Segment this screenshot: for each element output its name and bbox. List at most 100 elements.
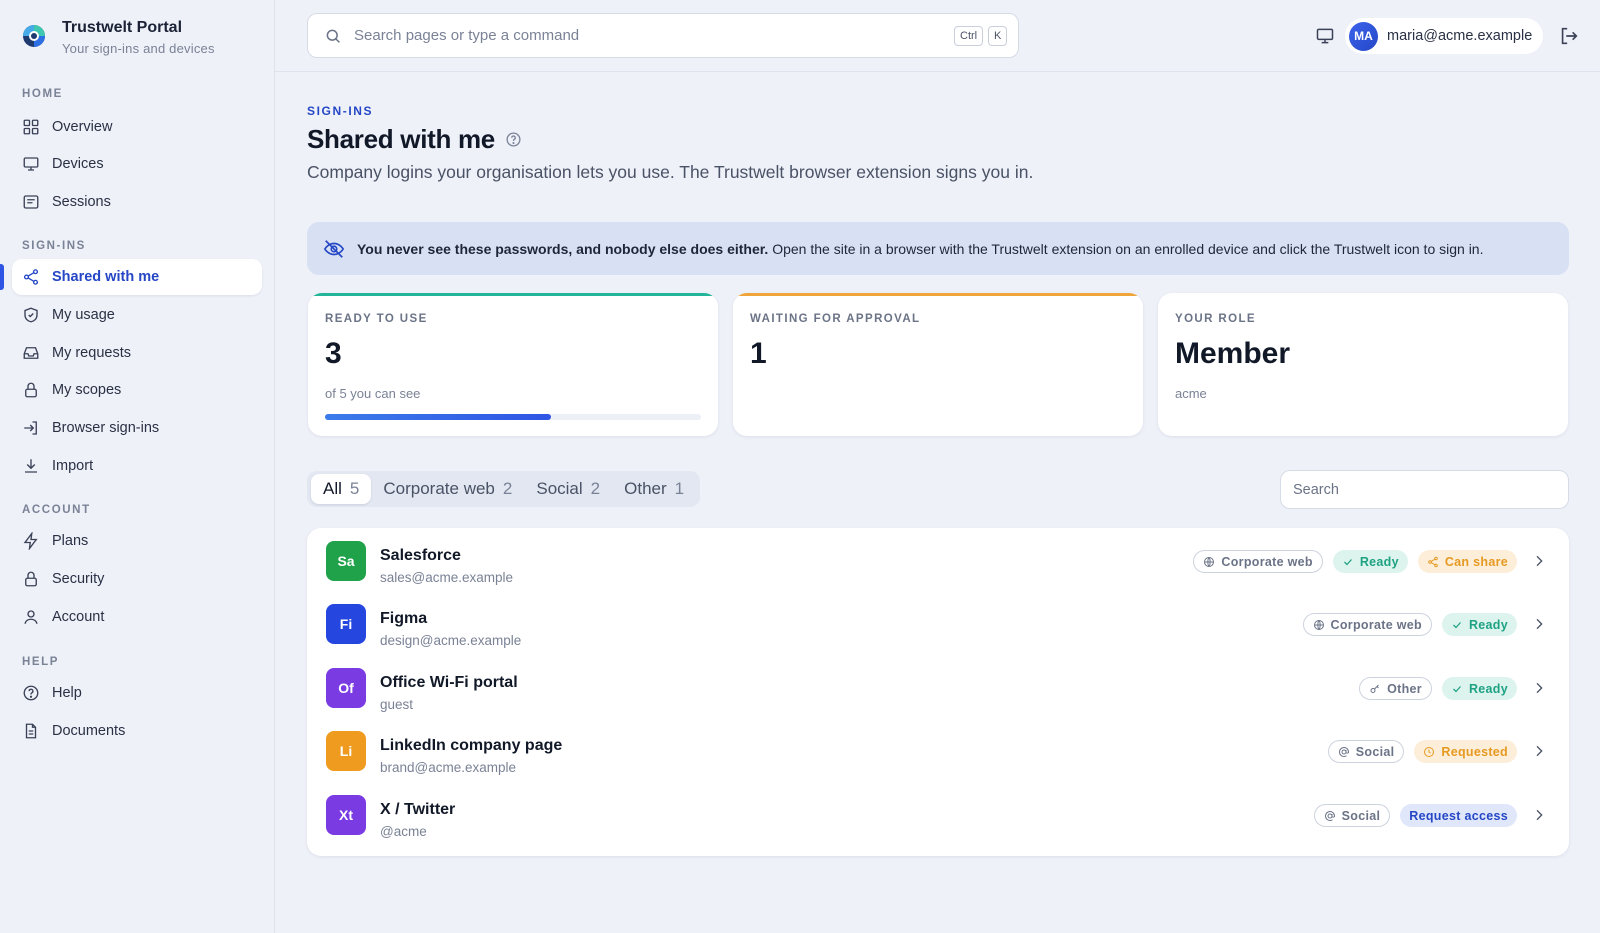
sidebar-item-label: My scopes [52, 382, 122, 398]
share-icon [23, 269, 39, 285]
sidebar: Trustwelt Portal Your sign-ins and devic… [0, 0, 275, 933]
list-item[interactable]: Of Office Wi-Fi portal guest Other Ready [307, 657, 1569, 719]
sidebar-item-devices[interactable]: Devices [12, 146, 262, 182]
inbox-icon [23, 347, 39, 359]
card-accent-line [733, 293, 1143, 296]
monitor-icon[interactable] [1315, 26, 1335, 46]
monitor-icon [23, 157, 39, 171]
list-item[interactable]: Li LinkedIn company page brand@acme.exam… [307, 720, 1569, 782]
section-help: HELP [22, 656, 60, 668]
tab-social[interactable]: Social 2 [524, 474, 612, 504]
sidebar-item-label: Sessions [52, 194, 111, 210]
tab-label: All [323, 479, 342, 498]
sidebar-item-plans[interactable]: Plans [12, 523, 262, 559]
list-item[interactable]: Sa Salesforce sales@acme.example Corpora… [307, 530, 1569, 592]
search-icon [326, 29, 340, 43]
key-icon [1370, 684, 1379, 693]
category-badge: Corporate web [1193, 550, 1323, 573]
card-label: READY TO USE [325, 313, 428, 325]
chevron-right-icon [1536, 618, 1543, 630]
card-note: of 5 you can see [325, 386, 421, 401]
command-search[interactable]: Ctrl K [307, 13, 1019, 58]
tab-corporate-web[interactable]: Corporate web 2 [371, 474, 524, 504]
badge-label: Requested [1441, 744, 1508, 759]
sidebar-item-sessions[interactable]: Sessions [12, 184, 262, 220]
sidebar-item-my-usage[interactable]: My usage [12, 297, 262, 333]
lock-icon [25, 382, 37, 398]
page-title: Shared with me [307, 124, 522, 155]
item-username: brand@acme.example [380, 760, 517, 775]
sidebar-item-import[interactable]: Import [12, 448, 262, 484]
logout-icon[interactable] [1558, 25, 1580, 47]
check-icon [1453, 621, 1461, 628]
badge-label: Ready [1359, 554, 1399, 569]
trustwelt-logo-icon [23, 25, 45, 47]
globe-icon [1313, 619, 1324, 630]
tab-count: 2 [590, 479, 601, 498]
sidebar-item-label: Help [52, 685, 82, 701]
list-item[interactable]: Fi Figma design@acme.example Corporate w… [307, 593, 1569, 655]
info-banner: You never see these passwords, and nobod… [307, 222, 1569, 275]
badge-label: Other [1387, 681, 1422, 696]
sidebar-item-label: Browser sign-ins [52, 420, 160, 436]
user-menu[interactable]: MA maria@acme.example [1345, 18, 1543, 54]
tab-other[interactable]: Other 1 [612, 474, 696, 504]
brand[interactable]: Trustwelt Portal Your sign-ins and devic… [22, 18, 215, 56]
share-icon [1428, 556, 1438, 567]
at-icon [1338, 746, 1349, 757]
sign-in-icon [24, 421, 37, 435]
active-indicator [0, 264, 4, 290]
help-circle-icon[interactable] [505, 131, 522, 148]
sidebar-item-my-requests[interactable]: My requests [12, 335, 262, 371]
item-name: X / Twitter [380, 801, 456, 818]
list-search-input[interactable] [1280, 470, 1569, 509]
tab-all[interactable]: All 5 [311, 474, 372, 504]
status-badge: Ready [1441, 677, 1517, 700]
sidebar-item-label: Plans [52, 533, 89, 549]
sidebar-item-overview[interactable]: Overview [12, 109, 262, 145]
category-badge: Other [1359, 677, 1432, 700]
banner-text: You never see these passwords, and nobod… [357, 241, 1483, 257]
user-icon [24, 610, 38, 624]
section-account: ACCOUNT [22, 504, 91, 516]
sidebar-item-shared-with-me[interactable]: Shared with me [12, 259, 262, 295]
help-circle-icon [23, 685, 39, 701]
section-sign-ins: SIGN-INS [22, 240, 86, 252]
sidebar-item-documents[interactable]: Documents [12, 713, 262, 749]
search-input[interactable] [354, 27, 914, 44]
sidebar-item-label: Shared with me [52, 269, 160, 285]
item-name: LinkedIn company page [380, 737, 563, 754]
request-access-button[interactable]: Request access [1400, 804, 1517, 827]
sidebar-item-my-scopes[interactable]: My scopes [12, 372, 262, 408]
chevron-right-icon [1536, 745, 1543, 757]
status-badge: Ready [1332, 550, 1408, 573]
sidebar-item-help[interactable]: Help [12, 675, 262, 711]
list-item[interactable]: Xt X / Twitter @acme Social Request acce… [307, 784, 1569, 846]
chevron-right-icon [1536, 555, 1543, 567]
download-icon [25, 459, 37, 473]
card-note: acme [1175, 386, 1207, 401]
sidebar-item-account[interactable]: Account [12, 599, 262, 635]
check-icon [1343, 558, 1352, 565]
category-badge: Social [1327, 740, 1405, 763]
ready-progress-bar [325, 414, 701, 420]
topbar: Ctrl K MA maria@acme.example [275, 0, 1600, 72]
badge-label: Corporate web [1330, 617, 1422, 632]
shared-logins-list: Sa Salesforce sales@acme.example Corpora… [307, 528, 1569, 856]
avatar: MA [1349, 21, 1378, 51]
user-email: maria@acme.example [1387, 28, 1533, 44]
item-name: Office Wi-Fi portal [380, 674, 518, 691]
tab-count: 1 [674, 479, 685, 498]
sidebar-item-browser-sign-ins[interactable]: Browser sign-ins [12, 410, 262, 446]
sidebar-item-security[interactable]: Security [12, 561, 262, 597]
tab-count: 5 [349, 479, 360, 498]
document-icon [25, 723, 37, 739]
card-value: 3 [325, 337, 342, 370]
sidebar-item-label: Devices [52, 156, 104, 172]
brand-title: Trustwelt Portal [62, 19, 183, 36]
badge-label: Request access [1409, 808, 1508, 823]
lock-icon [25, 571, 37, 587]
card-role: YOUR ROLE Member acme [1158, 293, 1568, 436]
sidebar-item-label: Security [52, 571, 105, 587]
card-label: WAITING FOR APPROVAL [750, 313, 921, 325]
